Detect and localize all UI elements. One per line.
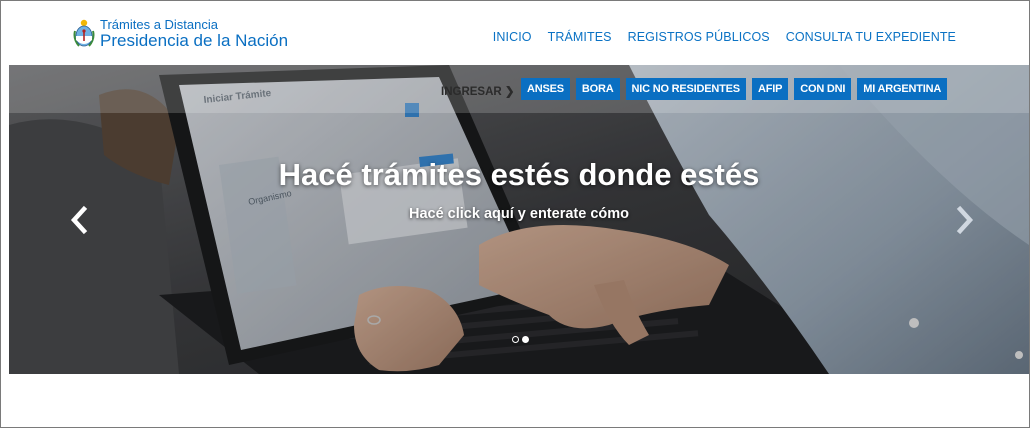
quick-link-anses[interactable]: ANSES	[521, 78, 570, 100]
hero-title: Hacé trámites estés donde estés	[278, 157, 760, 192]
main-nav: INICIO TRÁMITES REGISTROS PÚBLICOS CONSU…	[477, 30, 956, 44]
brand-title: Presidencia de la Nación	[100, 31, 289, 50]
nav-registros-publicos[interactable]: REGISTROS PÚBLICOS	[628, 30, 770, 44]
quick-link-bora[interactable]: BORA	[575, 78, 620, 100]
hero-carousel[interactable]: Iniciar Trámite Organismo INGRESAR ❯ ANS…	[9, 65, 1029, 374]
carousel-dot-2[interactable]	[522, 336, 529, 343]
chevron-left-icon[interactable]	[67, 205, 91, 235]
argentina-coat-of-arms-icon	[73, 19, 95, 47]
carousel-indicators	[512, 336, 529, 343]
hero-subtitle-link[interactable]: Hacé click aquí y enterate cómo	[9, 206, 1029, 222]
site-header: Trámites a Distancia Presidencia de la N…	[1, 1, 1029, 65]
carousel-dot-1[interactable]	[512, 336, 519, 343]
quick-link-afip[interactable]: AFIP	[751, 78, 789, 100]
page: Trámites a Distancia Presidencia de la N…	[0, 0, 1030, 428]
chevron-right-icon: ❯	[504, 86, 515, 98]
quick-links: ANSES BORA NIC NO RESIDENTES AFIP CON DN…	[521, 78, 953, 100]
login-label: INGRESAR	[441, 86, 502, 98]
quick-link-mi-argentina[interactable]: MI ARGENTINA	[857, 78, 948, 100]
nav-tramites[interactable]: TRÁMITES	[548, 30, 612, 44]
nav-consulta-expediente[interactable]: CONSULTA TU EXPEDIENTE	[786, 30, 956, 44]
login-link[interactable]: INGRESAR ❯	[441, 84, 515, 98]
quick-link-nic-no-residentes[interactable]: NIC NO RESIDENTES	[625, 78, 746, 100]
site-logo[interactable]: Trámites a Distancia Presidencia de la N…	[73, 18, 288, 49]
nav-inicio[interactable]: INICIO	[493, 30, 532, 44]
quick-link-con-dni[interactable]: CON DNI	[794, 78, 852, 100]
chevron-right-icon[interactable]	[953, 205, 977, 235]
brand-subtitle: Trámites a Distancia	[100, 17, 218, 32]
